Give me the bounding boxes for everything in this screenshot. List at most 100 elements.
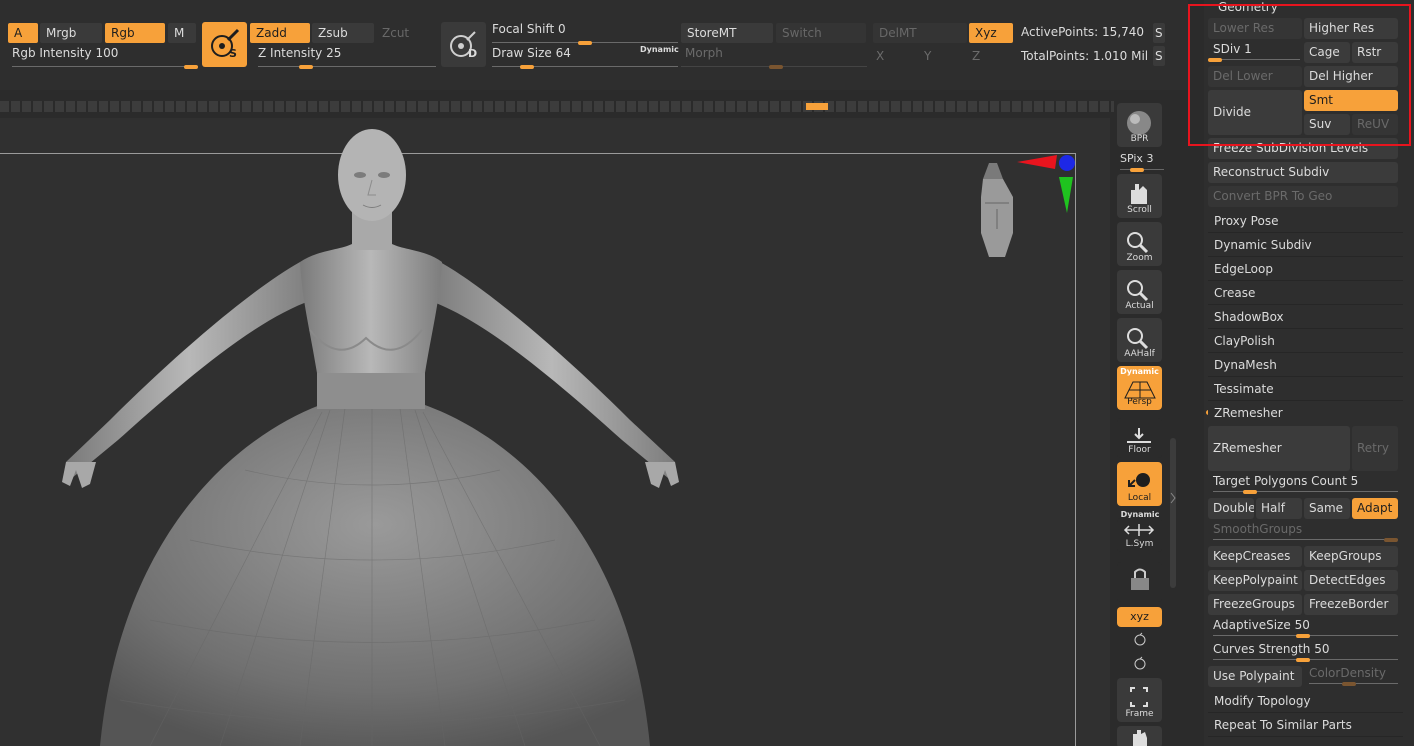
persp-button[interactable]: Dynamic Persp: [1117, 366, 1162, 410]
zsub-button[interactable]: Zsub: [312, 23, 374, 43]
target-polygons-knob[interactable]: [1243, 490, 1258, 494]
adapt-toggle[interactable]: Adapt: [1352, 498, 1398, 519]
actual-button[interactable]: Actual: [1117, 270, 1162, 314]
standard-brush-icon[interactable]: S: [202, 22, 247, 67]
target-polygons-label: Target Polygons Count: [1213, 474, 1347, 488]
adaptivesize-knob[interactable]: [1296, 634, 1310, 638]
smoothgroups-knob[interactable]: [1384, 538, 1398, 542]
detectedges-toggle[interactable]: DetectEdges: [1304, 570, 1398, 591]
morph-slider[interactable]: Morph: [681, 46, 867, 69]
colordensity-knob[interactable]: [1342, 682, 1356, 686]
tray-scrollbar[interactable]: [1170, 438, 1176, 588]
zoom-button[interactable]: Zoom: [1117, 222, 1162, 266]
section-claypolish[interactable]: ClayPolish: [1208, 330, 1403, 353]
hand-scroll-icon: [1131, 184, 1147, 204]
right-shelf: BPR SPix 3 Scroll Zoom Actual AAHalf Dyn…: [1114, 100, 1166, 746]
rgb-intensity-slider[interactable]: Rgb Intensity 100: [12, 46, 198, 69]
bpr-label: BPR: [1130, 134, 1149, 144]
keepcreases-toggle[interactable]: KeepCreases: [1208, 546, 1302, 567]
curves-strength-knob[interactable]: [1296, 658, 1310, 662]
morph-knob[interactable]: [769, 65, 783, 69]
zremesher-button[interactable]: ZRemesher: [1208, 426, 1350, 471]
rgb-intensity-knob[interactable]: [184, 65, 198, 69]
sym-y-button[interactable]: Y: [924, 49, 931, 63]
section-zremesher[interactable]: ZRemesher: [1208, 402, 1403, 425]
convert-bpr-button[interactable]: Convert BPR To Geo: [1208, 186, 1398, 207]
keeppolypaint-toggle[interactable]: KeepPolypaint: [1208, 570, 1302, 591]
z-intensity-knob[interactable]: [299, 65, 313, 69]
s-cut-button-2[interactable]: S: [1153, 46, 1165, 66]
retry-button[interactable]: Retry: [1352, 426, 1398, 471]
section-dynamic-subdiv[interactable]: Dynamic Subdiv: [1208, 234, 1403, 257]
smoothgroups-slider[interactable]: SmoothGroups: [1208, 522, 1398, 542]
curves-strength-slider[interactable]: Curves Strength 50: [1208, 642, 1398, 662]
focal-shift-label: Focal Shift: [492, 22, 555, 36]
sym-z-button[interactable]: Z: [972, 49, 980, 63]
aahalf-button[interactable]: AAHalf: [1117, 318, 1162, 362]
focal-shift-slider[interactable]: Focal Shift 0: [492, 22, 678, 45]
spix-slider[interactable]: SPix 3: [1120, 152, 1164, 172]
use-polypaint-toggle[interactable]: Use Polypaint: [1208, 666, 1302, 687]
orientation-head-gizmo[interactable]: [975, 153, 1085, 278]
scroll-button[interactable]: Scroll: [1117, 174, 1162, 218]
zcut-button[interactable]: Zcut: [376, 23, 436, 43]
frame-button[interactable]: Frame: [1117, 678, 1162, 722]
colordensity-slider[interactable]: ColorDensity: [1304, 666, 1398, 686]
draw-size-knob[interactable]: [519, 65, 534, 69]
section-proxy-pose[interactable]: Proxy Pose: [1208, 210, 1403, 233]
mrgb-button[interactable]: Mrgb: [40, 23, 102, 43]
rgb-button[interactable]: Rgb: [105, 23, 165, 43]
z-intensity-slider[interactable]: Z Intensity 25: [258, 46, 436, 69]
s-cut-button-1[interactable]: S: [1153, 23, 1165, 43]
section-modify-topology[interactable]: Modify Topology: [1208, 690, 1403, 713]
z-rotate-icon[interactable]: [1132, 656, 1148, 672]
stroke-dots-icon[interactable]: D: [441, 22, 486, 67]
rgb-intensity-label: Rgb Intensity: [12, 46, 92, 60]
z-intensity-value: 25: [326, 46, 342, 60]
zadd-button[interactable]: Zadd: [250, 23, 310, 43]
reconstruct-subdiv-button[interactable]: Reconstruct Subdiv: [1208, 162, 1398, 183]
focal-shift-knob[interactable]: [578, 41, 592, 45]
section-crease[interactable]: Crease: [1208, 282, 1403, 305]
highlight-box: [1188, 4, 1411, 146]
lsym-label: L.Sym: [1125, 539, 1154, 549]
same-button[interactable]: Same: [1304, 498, 1350, 519]
lsym-button[interactable]: L.Sym: [1117, 518, 1162, 552]
floor-button[interactable]: Floor: [1117, 418, 1162, 458]
strip-marker[interactable]: [806, 103, 828, 110]
section-edgeloop[interactable]: EdgeLoop: [1208, 258, 1403, 281]
double-button[interactable]: Double: [1208, 498, 1254, 519]
a-button[interactable]: A: [8, 23, 38, 43]
tray-collapse-arrow-icon[interactable]: [1170, 490, 1176, 506]
xyz-rotate-button[interactable]: xyz: [1117, 607, 1162, 627]
target-polygons-slider[interactable]: Target Polygons Count 5: [1208, 474, 1398, 494]
half-button[interactable]: Half: [1256, 498, 1302, 519]
section-repeat-similar[interactable]: Repeat To Similar Parts: [1208, 714, 1403, 737]
symmetry-arrows-icon: [1123, 524, 1155, 536]
move-button[interactable]: [1117, 726, 1162, 746]
freezegroups-toggle[interactable]: FreezeGroups: [1208, 594, 1302, 615]
viewport-canvas[interactable]: [0, 118, 1110, 746]
floor-label: Floor: [1128, 445, 1151, 455]
freezeborder-toggle[interactable]: FreezeBorder: [1304, 594, 1398, 615]
switch-button[interactable]: Switch: [776, 23, 866, 43]
focal-shift-value: 0: [558, 22, 566, 36]
bpr-icon: [1127, 111, 1151, 135]
hand-move-icon: [1133, 730, 1147, 746]
section-dynamesh[interactable]: DynaMesh: [1208, 354, 1403, 377]
adaptivesize-slider[interactable]: AdaptiveSize 50: [1208, 618, 1398, 638]
storemt-button[interactable]: StoreMT: [681, 23, 773, 43]
section-tessimate[interactable]: Tessimate: [1208, 378, 1403, 401]
transp-lock-button[interactable]: [1117, 562, 1162, 602]
m-button[interactable]: M: [168, 23, 196, 43]
bpr-button[interactable]: BPR: [1117, 103, 1162, 147]
y-rotate-icon[interactable]: [1132, 632, 1148, 648]
sym-x-button[interactable]: X: [876, 49, 884, 63]
section-shadowbox[interactable]: ShadowBox: [1208, 306, 1403, 329]
local-button[interactable]: Local: [1117, 462, 1162, 506]
keepgroups-toggle[interactable]: KeepGroups: [1304, 546, 1398, 567]
xyz-sym-button[interactable]: Xyz: [969, 23, 1013, 43]
delmt-button[interactable]: DelMT: [873, 23, 967, 43]
dynamic-draw-size-toggle[interactable]: Dynamic: [640, 45, 679, 54]
xyz-rotate-label: xyz: [1130, 610, 1149, 623]
